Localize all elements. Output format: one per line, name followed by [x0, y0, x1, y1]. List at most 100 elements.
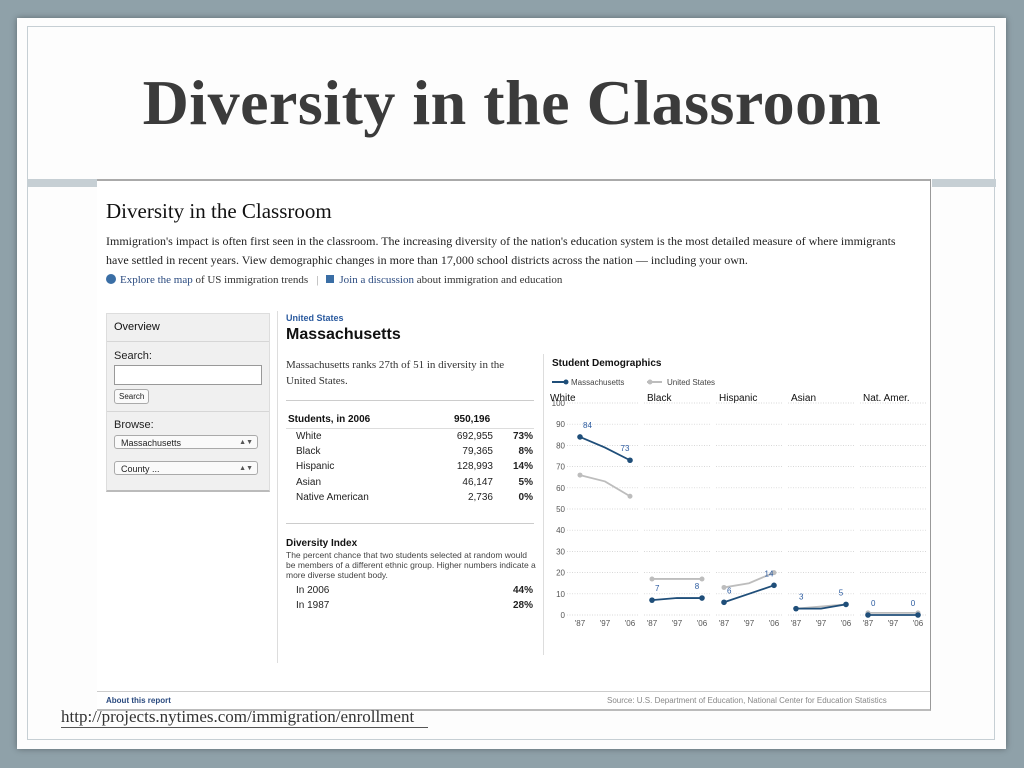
search-button[interactable]: Search — [114, 389, 150, 404]
globe-icon — [106, 274, 116, 284]
x-tick-label: '87 — [647, 619, 658, 628]
row-pct: 8% — [518, 446, 533, 457]
series-point-us — [627, 493, 633, 499]
y-tick-label: 40 — [556, 526, 565, 535]
state-select[interactable]: Massachusetts ▲▼ — [114, 435, 258, 449]
row-label: Native American — [296, 492, 369, 503]
y-tick-label: 20 — [556, 569, 565, 578]
diversity-row-label: In 2006 — [296, 585, 330, 596]
series-point-ma — [865, 612, 871, 618]
county-select-value: County ... — [121, 464, 160, 474]
speech-bubble-icon — [326, 275, 335, 283]
explore-map-link[interactable]: Explore the map — [120, 274, 193, 286]
panel-title: Hispanic — [719, 393, 757, 404]
x-tick-label: '97 — [600, 619, 611, 628]
related-links: Explore the map of US immigration trends… — [106, 274, 562, 286]
y-tick-label: 30 — [556, 547, 565, 556]
row-label: Black — [296, 446, 321, 457]
divider — [286, 400, 534, 401]
divider-band — [27, 179, 97, 187]
y-tick-label: 80 — [556, 441, 565, 450]
x-tick-label: '06 — [769, 619, 780, 628]
link-separator: | — [316, 274, 319, 286]
panel-title: Nat. Amer. — [863, 393, 910, 404]
data-label: 14 — [765, 569, 774, 578]
divider — [107, 341, 269, 342]
x-tick-label: '06 — [841, 619, 852, 628]
source-url[interactable]: http://projects.nytimes.com/immigration/… — [61, 707, 429, 728]
series-point-ma — [649, 597, 655, 603]
x-tick-label: '87 — [719, 619, 730, 628]
data-label: 8 — [695, 582, 700, 591]
intro-text: Immigration's impact is often first seen… — [106, 234, 896, 267]
data-label: 73 — [621, 444, 630, 453]
legend-dot-ma — [563, 379, 569, 385]
data-label: 3 — [799, 593, 804, 602]
series-point-ma — [577, 434, 583, 440]
series-point-ma — [843, 601, 849, 608]
page-title: Diversity in the Classroom — [106, 199, 332, 223]
x-tick-label: '97 — [816, 619, 827, 628]
diversity-row-value: 44% — [512, 585, 533, 596]
demographics-chart: Massachusetts United States01020304050607… — [550, 378, 926, 628]
select-arrows-icon: ▲▼ — [239, 439, 253, 446]
students-total: 950,196 — [454, 414, 491, 425]
panel-title: Black — [647, 393, 672, 404]
column-divider — [277, 311, 278, 663]
sidebar-overview[interactable]: Overview — [114, 321, 160, 333]
diversity-index-description: The percent chance that two students sel… — [286, 550, 536, 580]
y-tick-label: 10 — [556, 590, 565, 599]
browse-label: Browse: — [114, 419, 154, 431]
diversity-index-title: Diversity Index — [286, 538, 358, 549]
x-tick-label: '97 — [888, 619, 899, 628]
search-label: Search: — [114, 350, 152, 362]
data-label: 5 — [839, 588, 844, 597]
divider — [107, 411, 269, 412]
series-point-us — [699, 576, 705, 582]
webpage-screenshot: Diversity in the Classroom Immigration's… — [97, 179, 931, 711]
link1-text: of US immigration trends — [195, 274, 309, 286]
about-report-link[interactable]: About this report — [106, 696, 171, 705]
row-label: White — [296, 431, 322, 442]
x-tick-label: '87 — [863, 619, 874, 628]
series-point-ma — [771, 582, 777, 589]
row-label: Asian — [296, 477, 322, 488]
x-tick-label: '06 — [913, 619, 924, 628]
series-point-ma — [721, 599, 727, 606]
rank-text: Massachusetts ranks 27th of 51 in divers… — [286, 359, 505, 387]
state-title: Massachusetts — [286, 326, 401, 343]
y-tick-label: 50 — [556, 505, 565, 514]
y-tick-label: 60 — [556, 484, 565, 493]
row-count: 692,955 — [456, 431, 493, 442]
data-label: 84 — [583, 421, 592, 430]
row-pct: 0% — [518, 492, 533, 503]
top-rule — [97, 179, 930, 181]
series-point-ma — [627, 457, 633, 464]
series-point-ma — [793, 605, 799, 612]
join-discussion-link[interactable]: Join a discussion — [339, 274, 414, 286]
data-label: 0 — [871, 599, 876, 608]
row-count: 79,365 — [462, 446, 493, 457]
series-point-ma — [915, 612, 921, 618]
select-arrows-icon: ▲▼ — [239, 465, 253, 472]
row-label: Hispanic — [296, 461, 335, 472]
source-text: Source: U.S. Department of Education, Na… — [607, 696, 887, 705]
x-tick-label: '87 — [575, 619, 586, 628]
legend-dot-us — [647, 379, 653, 385]
x-tick-label: '06 — [625, 619, 636, 628]
legend-label: Massachusetts — [571, 378, 624, 387]
series-line-us — [579, 474, 631, 498]
slide-title: Diversity in the Classroom — [142, 67, 882, 138]
series-point-us — [721, 584, 727, 590]
search-input[interactable] — [114, 365, 262, 385]
y-tick-label: 90 — [556, 420, 565, 429]
county-select[interactable]: County ... ▲▼ — [114, 461, 258, 475]
series-point-us — [649, 576, 655, 582]
panel-title: White — [550, 393, 576, 404]
breadcrumb[interactable]: United States — [286, 313, 344, 323]
x-tick-label: '97 — [744, 619, 755, 628]
footer-rule — [97, 691, 930, 692]
x-tick-label: '87 — [791, 619, 802, 628]
data-label: 0 — [911, 599, 916, 608]
diversity-row-value: 28% — [512, 600, 533, 611]
